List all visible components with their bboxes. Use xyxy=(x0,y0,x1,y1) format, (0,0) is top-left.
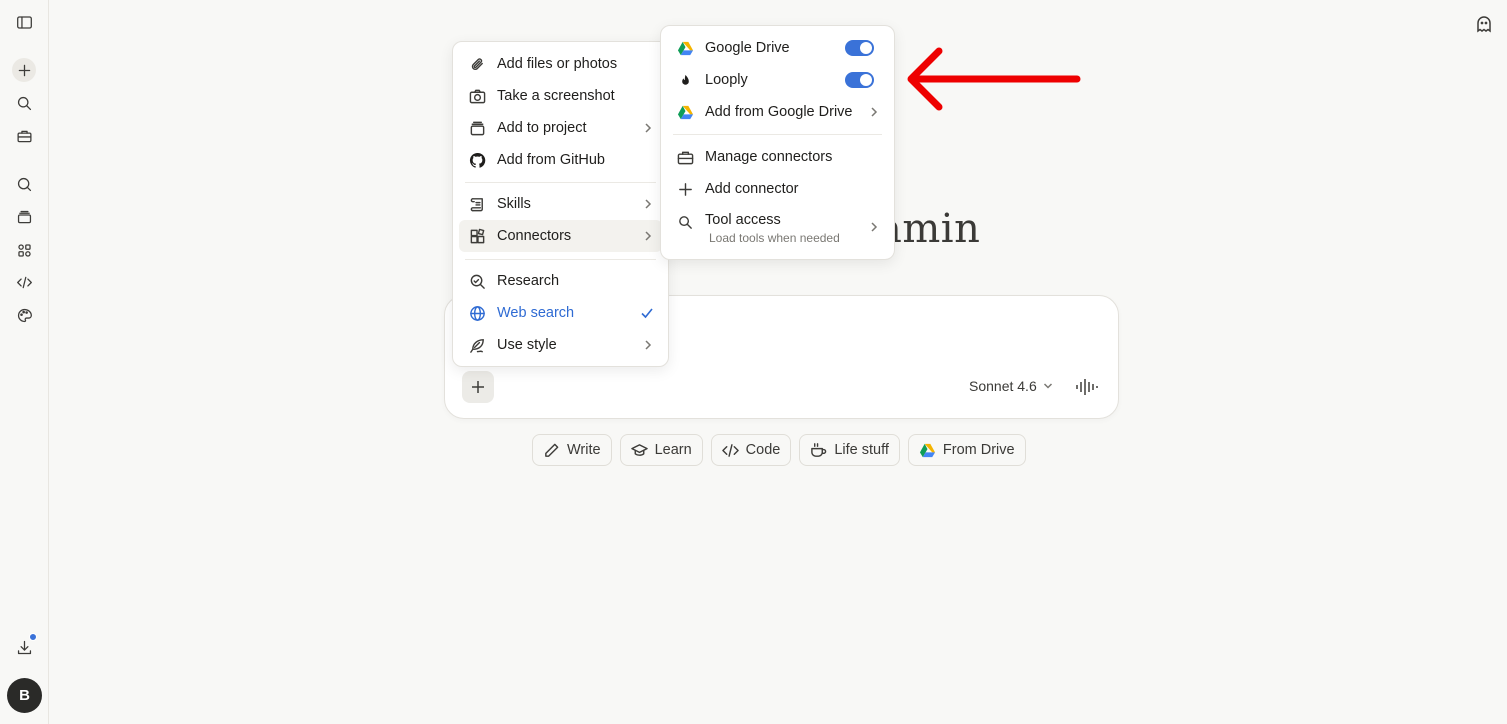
menu-item-skills[interactable]: Skills xyxy=(459,188,662,220)
menu-divider xyxy=(465,259,656,260)
menu-item-label: Tool access xyxy=(705,212,781,228)
chevron-right-icon xyxy=(645,340,652,350)
menu-item-web-search[interactable]: Web search xyxy=(459,297,662,329)
menu-item-sublabel: Load tools when needed xyxy=(709,231,840,245)
connectors-icon xyxy=(470,228,484,243)
chevron-right-icon xyxy=(871,107,878,117)
menu-item-use-style[interactable]: Use style xyxy=(459,329,662,361)
menu-item-label: Google Drive xyxy=(705,40,790,56)
graduation-cap-icon xyxy=(630,443,648,456)
google-drive-toggle[interactable] xyxy=(845,40,874,56)
incognito-ghost-icon[interactable] xyxy=(1474,14,1494,34)
checkmark-icon xyxy=(641,308,653,319)
menu-item-label: Skills xyxy=(497,196,531,212)
menu-item-label: Add from GitHub xyxy=(497,152,605,168)
github-icon xyxy=(469,152,485,168)
looply-toggle[interactable] xyxy=(845,72,874,88)
menu-item-label: Looply xyxy=(705,72,748,88)
model-name: Sonnet 4.6 xyxy=(969,378,1037,394)
toolbox-icon[interactable] xyxy=(12,124,36,148)
sidebar: B xyxy=(0,0,49,724)
chevron-right-icon xyxy=(871,222,878,232)
chevron-down-icon xyxy=(1043,383,1052,389)
menu-item-label: Take a screenshot xyxy=(497,88,615,104)
camera-icon xyxy=(469,89,485,103)
artifacts-icon[interactable] xyxy=(12,238,36,262)
research-icon xyxy=(470,274,485,289)
menu-item-label: Web search xyxy=(497,305,575,321)
plus-icon xyxy=(472,381,484,393)
menu-item-label: Manage connectors xyxy=(705,149,833,165)
chevron-right-icon xyxy=(645,123,652,133)
menu-item-github[interactable]: Add from GitHub xyxy=(459,144,662,176)
paperclip-icon xyxy=(471,57,483,70)
chip-label: Write xyxy=(567,442,601,458)
avatar[interactable]: B xyxy=(7,678,42,713)
project-icon xyxy=(470,121,484,135)
menu-item-label: Add files or photos xyxy=(497,56,618,72)
new-chat-icon[interactable] xyxy=(12,58,36,82)
attach-plus-button[interactable] xyxy=(462,371,494,403)
chats-icon[interactable] xyxy=(12,172,36,196)
menu-item-label: Add to project xyxy=(497,120,587,136)
connector-looply[interactable]: Looply xyxy=(667,64,888,96)
voice-button[interactable] xyxy=(1075,376,1099,398)
menu-item-add-files[interactable]: Add files or photos xyxy=(459,48,662,80)
menu-item-screenshot[interactable]: Take a screenshot xyxy=(459,80,662,112)
annotation-arrow-icon xyxy=(907,47,1081,111)
chip-label: From Drive xyxy=(942,442,1015,458)
menu-item-label: Use style xyxy=(497,337,557,353)
menu-item-label: Add from Google Drive xyxy=(705,104,853,120)
menu-item-tool-access[interactable]: Tool access Load tools when needed xyxy=(667,205,888,251)
scroll-icon xyxy=(470,197,483,211)
notification-dot xyxy=(29,633,37,641)
code-icon[interactable] xyxy=(12,270,36,294)
chip-write[interactable]: Write xyxy=(532,434,612,466)
globe-icon xyxy=(469,305,485,321)
chip-label: Code xyxy=(745,442,781,458)
menu-item-research[interactable]: Research xyxy=(459,265,662,297)
google-drive-icon xyxy=(677,41,693,55)
chevron-right-icon xyxy=(645,231,652,241)
pencil-icon xyxy=(545,443,559,457)
model-selector[interactable]: Sonnet 4.6 xyxy=(969,378,1053,394)
chip-life-stuff[interactable]: Life stuff xyxy=(799,434,900,466)
connector-google-drive[interactable]: Google Drive xyxy=(667,32,888,64)
projects-icon[interactable] xyxy=(12,205,36,229)
connectors-submenu: Google Drive Looply Add from Google Driv… xyxy=(660,25,895,260)
google-drive-icon xyxy=(919,443,935,457)
menu-item-connectors[interactable]: Connectors xyxy=(459,220,662,252)
search-icon xyxy=(678,215,692,229)
sidebar-toggle-icon[interactable] xyxy=(12,10,36,34)
chip-learn[interactable]: Learn xyxy=(619,434,703,466)
feather-icon xyxy=(469,338,484,353)
chevron-right-icon xyxy=(645,199,652,209)
chip-label: Life stuff xyxy=(834,442,889,458)
toolbox-icon xyxy=(677,151,693,164)
menu-item-label: Research xyxy=(497,273,560,289)
menu-divider xyxy=(465,182,656,183)
chip-code[interactable]: Code xyxy=(710,434,792,466)
chip-from-drive[interactable]: From Drive xyxy=(907,434,1026,466)
chip-label: Learn xyxy=(654,442,692,458)
google-drive-icon xyxy=(677,105,693,119)
voice-waveform-icon xyxy=(1076,379,1098,395)
flame-icon xyxy=(681,74,689,85)
menu-item-label: Add connector xyxy=(705,181,799,197)
attach-menu: Add files or photos Take a screenshot Ad… xyxy=(452,41,669,367)
palette-icon[interactable] xyxy=(12,303,36,327)
plus-icon xyxy=(678,182,692,196)
code-icon xyxy=(721,443,739,457)
menu-item-manage-connectors[interactable]: Manage connectors xyxy=(667,141,888,173)
search-icon[interactable] xyxy=(12,91,36,115)
prompt-chips: Write Learn Code Life stuff From Drive xyxy=(532,434,1026,466)
menu-item-add-connector[interactable]: Add connector xyxy=(667,173,888,205)
menu-divider xyxy=(673,134,882,135)
menu-item-add-from-drive[interactable]: Add from Google Drive xyxy=(667,96,888,128)
coffee-cup-icon xyxy=(811,442,827,457)
menu-item-label: Connectors xyxy=(497,228,572,244)
menu-item-add-to-project[interactable]: Add to project xyxy=(459,112,662,144)
